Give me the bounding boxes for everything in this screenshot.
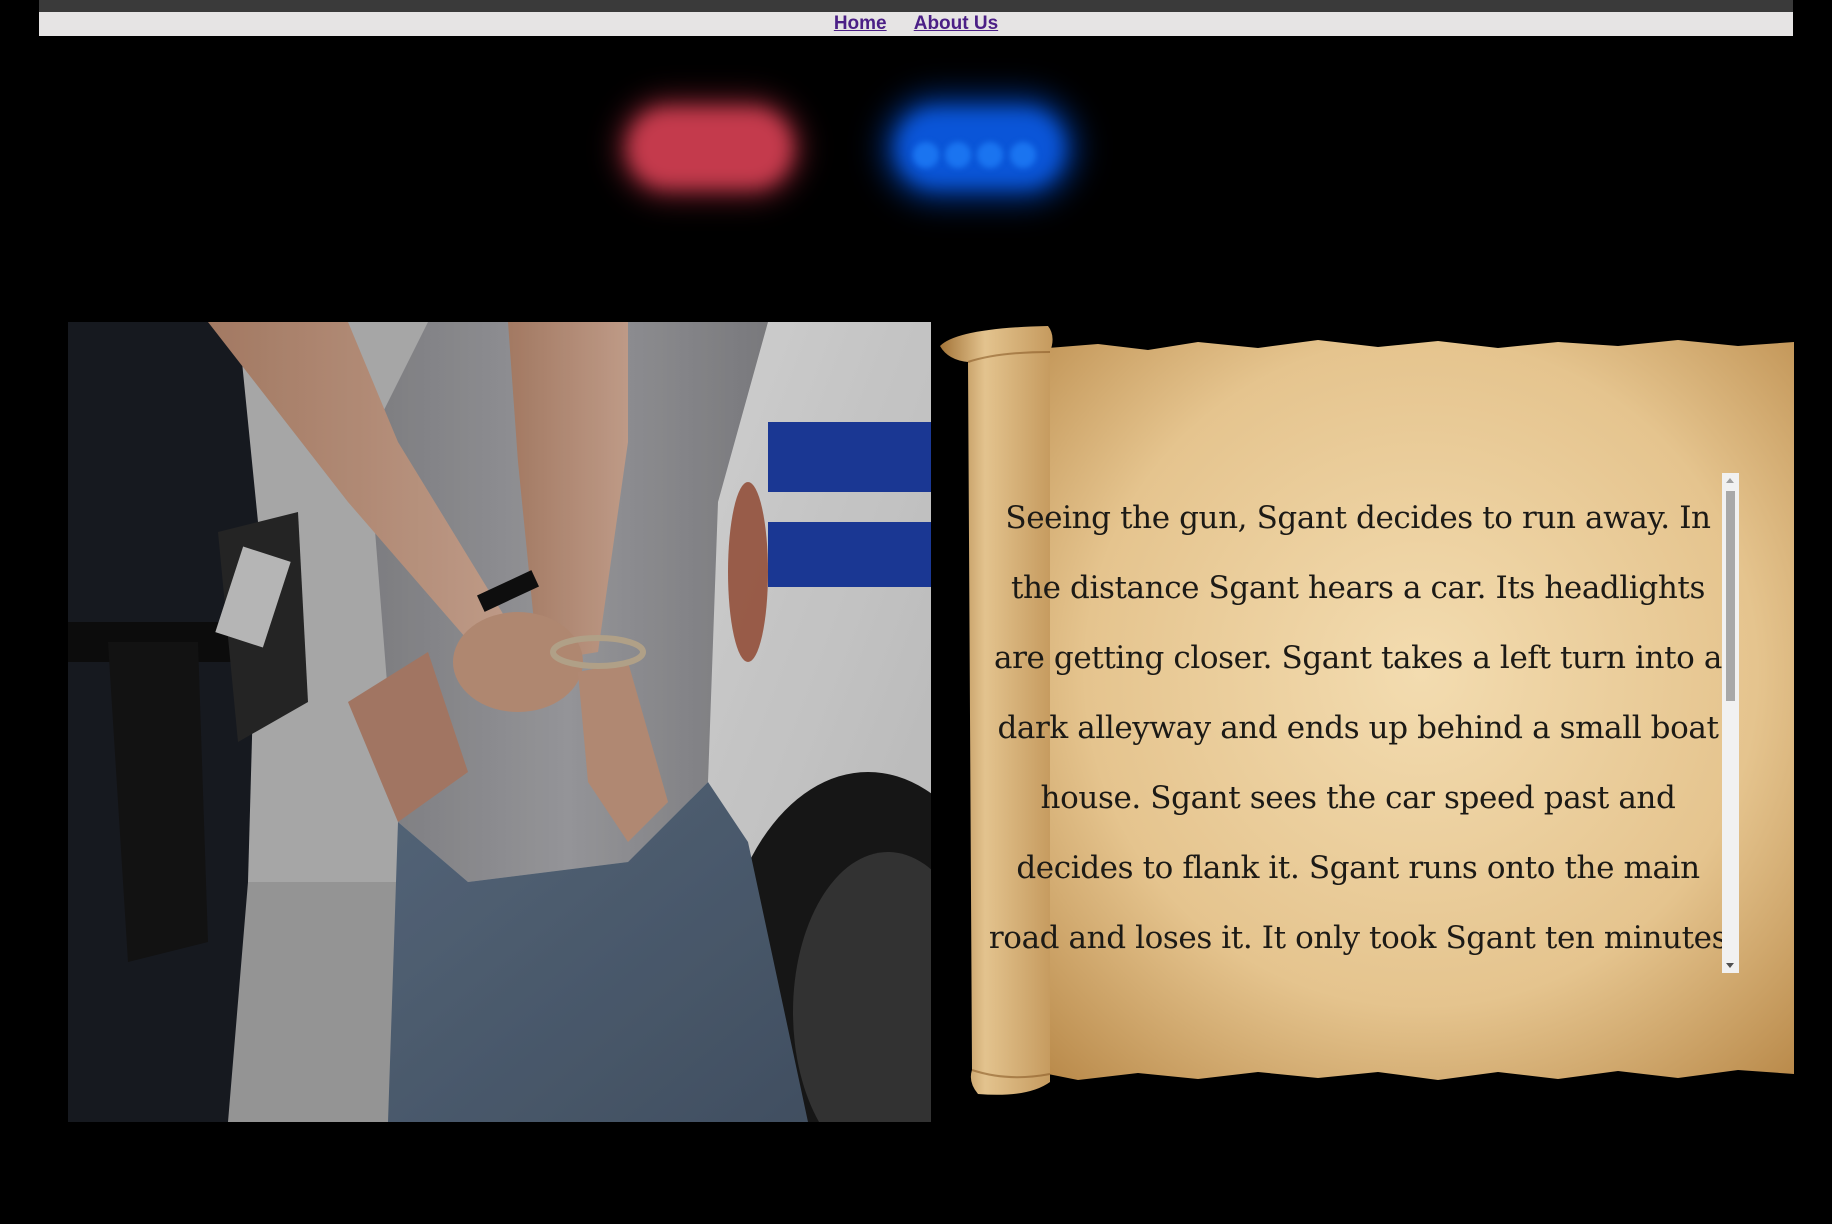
page: Home About Us Seeing the gun, Sgant deci… [0,0,1832,1224]
story-text-box[interactable]: Seeing the gun, Sgant decides to run awa… [984,473,1738,973]
scrollbar-thumb[interactable] [1726,491,1735,701]
nav-link-about-us[interactable]: About Us [914,12,998,36]
arrest-photo [68,322,931,1122]
nav-top-border [39,0,1793,12]
scroll-up-arrow-icon[interactable] [1726,478,1734,483]
nav-link-home[interactable]: Home [834,12,887,36]
siren-blue-dot [977,142,1003,168]
arrest-photo-illustration [68,322,931,1122]
scroll-down-arrow-icon[interactable] [1726,963,1734,968]
story-text: Seeing the gun, Sgant decides to run awa… [988,500,1728,956]
siren-blue-dot [913,142,939,168]
top-nav-bar: Home About Us [39,12,1793,36]
story-scrollbar[interactable] [1722,473,1739,973]
siren-red-light [628,108,792,188]
siren-blue-dot [945,142,971,168]
siren-blue-dot [1010,142,1036,168]
